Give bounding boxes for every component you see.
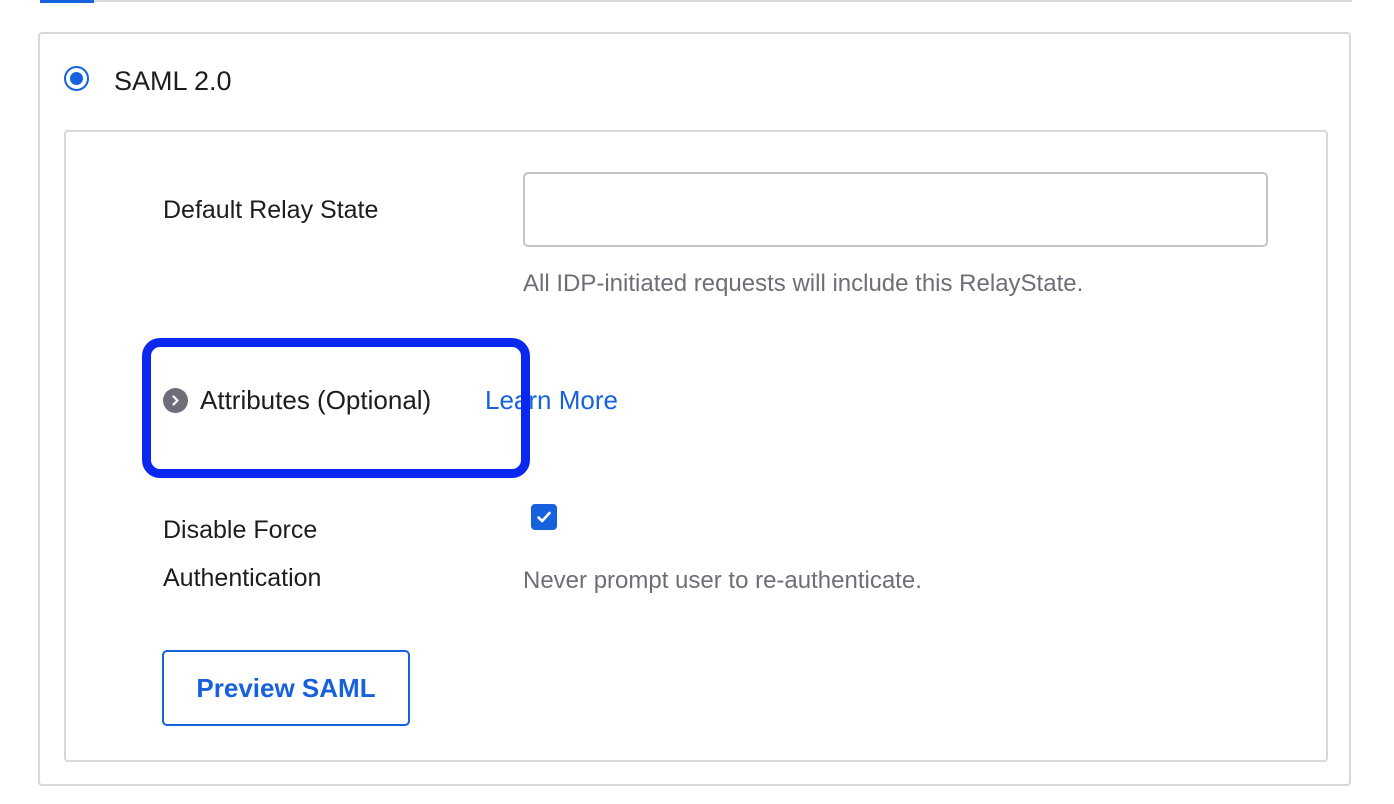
relay-state-input[interactable]	[523, 172, 1268, 247]
relay-state-label: Default Relay State	[163, 196, 379, 224]
attributes-toggle[interactable]: Attributes (Optional)	[163, 383, 431, 417]
force-auth-label-line1: Disable Force	[163, 516, 318, 544]
force-auth-hint: Never prompt user to re-authenticate.	[523, 567, 922, 594]
learn-more-link[interactable]: Learn More	[485, 383, 618, 417]
force-auth-checkbox[interactable]	[531, 504, 557, 530]
preview-saml-button[interactable]: Preview SAML	[162, 650, 410, 726]
saml-radio-button[interactable]	[64, 66, 89, 91]
attributes-label: Attributes (Optional)	[200, 385, 432, 415]
saml-radio-label[interactable]: SAML 2.0	[114, 64, 232, 98]
active-tab-indicator	[40, 0, 94, 3]
force-auth-label-line2: Authentication	[163, 564, 322, 592]
chevron-right-icon	[163, 387, 188, 413]
checkmark-icon	[537, 511, 551, 523]
relay-state-hint: All IDP-initiated requests will include …	[523, 270, 1084, 297]
tab-bar-divider	[40, 0, 1352, 2]
